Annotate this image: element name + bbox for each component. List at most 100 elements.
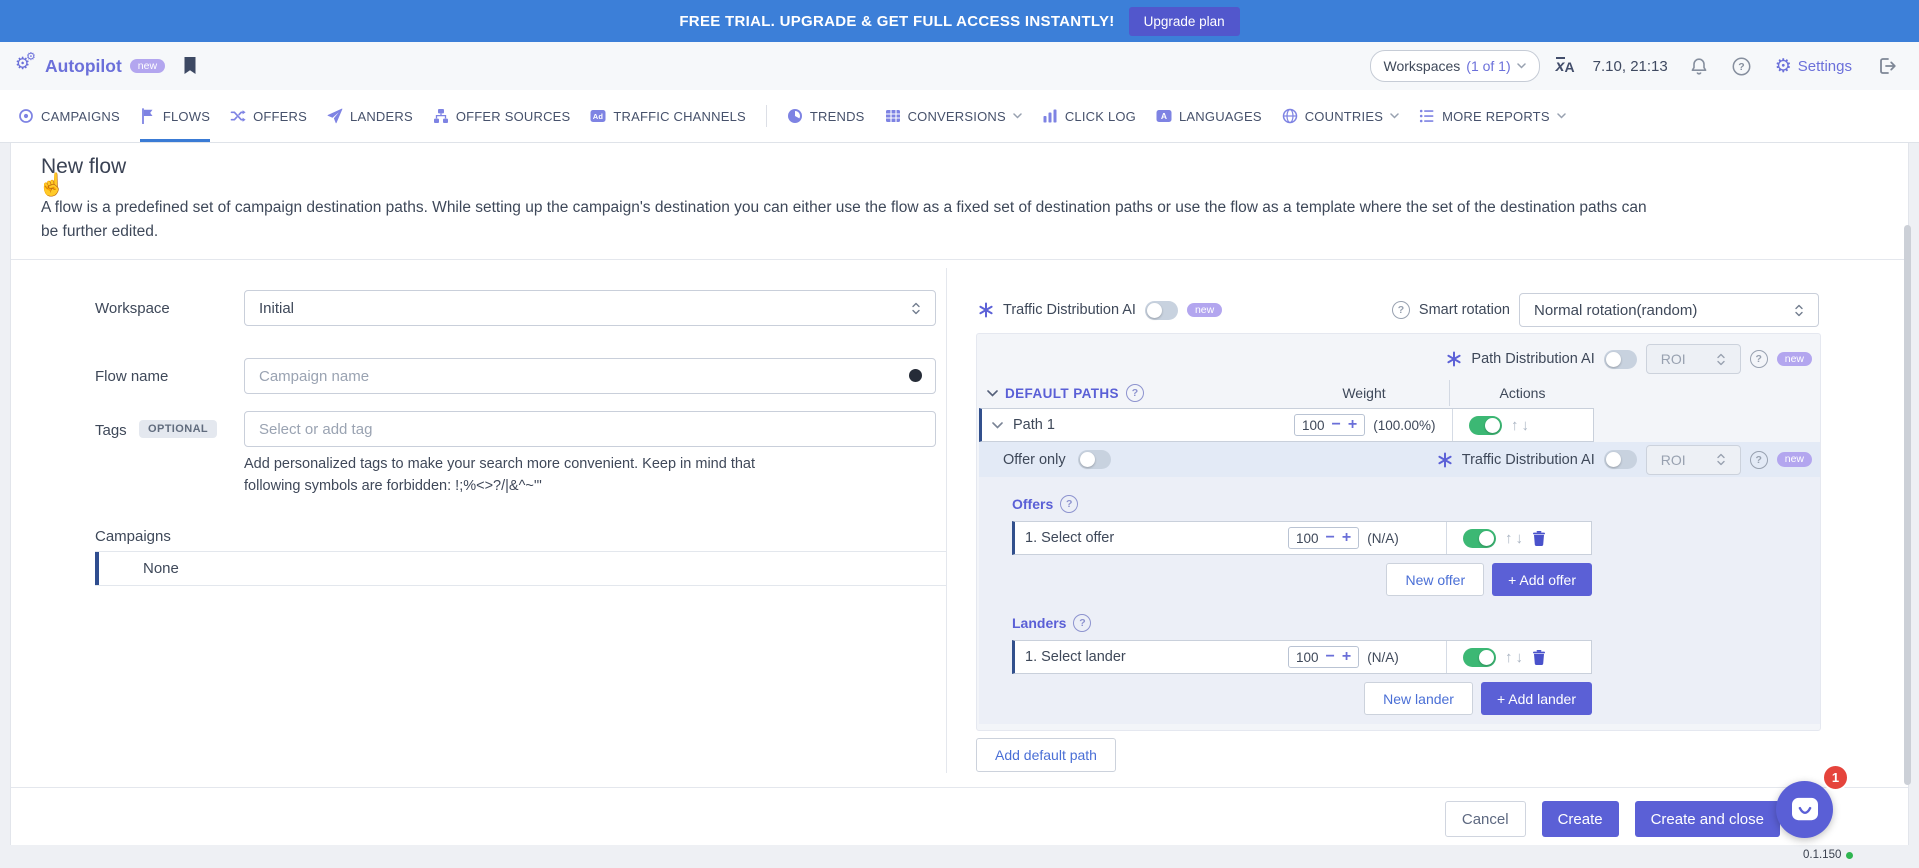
select-chevrons-icon bbox=[911, 301, 921, 316]
app-header: ⚙ ⚙ Autopilot new Workspaces (1 of 1) xA… bbox=[0, 42, 1919, 90]
path-ai-row: Path Distribution AI ROI ? new bbox=[985, 342, 1812, 376]
offer-enabled-toggle[interactable] bbox=[1463, 529, 1496, 548]
page-header: New flow A flow is a predefined set of c… bbox=[11, 143, 1908, 260]
chat-widget-button[interactable] bbox=[1776, 781, 1833, 838]
tags-input[interactable] bbox=[244, 411, 936, 447]
smart-rotation-select[interactable]: Normal rotation(random) bbox=[1519, 293, 1819, 327]
default-paths-help-icon[interactable]: ? bbox=[1126, 384, 1144, 402]
move-down-icon[interactable]: ↓ bbox=[1516, 531, 1524, 546]
move-up-icon[interactable]: ↑ bbox=[1505, 650, 1513, 665]
nav-trends[interactable]: TRENDS bbox=[787, 90, 865, 142]
bookmark-icon[interactable] bbox=[183, 57, 197, 75]
offer-weight-cell: 100 − + (N/A) bbox=[1276, 522, 1446, 554]
vertical-scrollbar[interactable] bbox=[1904, 225, 1911, 785]
path-traffic-ai-help-icon[interactable]: ? bbox=[1750, 451, 1768, 469]
path-ai-roi-select[interactable]: ROI bbox=[1646, 344, 1741, 374]
lander-enabled-toggle[interactable] bbox=[1463, 648, 1496, 667]
path-traffic-ai-roi-select[interactable]: ROI bbox=[1646, 445, 1741, 475]
campaigns-label: Campaigns bbox=[95, 528, 171, 545]
minus-button[interactable]: − bbox=[1326, 649, 1335, 665]
trends-icon bbox=[787, 108, 803, 124]
offer-percent: (N/A) bbox=[1367, 531, 1399, 546]
flag-icon bbox=[140, 108, 156, 124]
smart-rotation-help-icon[interactable]: ? bbox=[1392, 301, 1410, 319]
offer-only-label: Offer only bbox=[1003, 452, 1066, 468]
nav-languages[interactable]: A LANGUAGES bbox=[1156, 90, 1262, 142]
select-chevrons-icon bbox=[1716, 352, 1726, 367]
nav-countries[interactable]: COUNTRIES bbox=[1282, 90, 1399, 142]
settings-gear-icon[interactable]: ⚙ bbox=[1775, 57, 1792, 76]
move-down-icon[interactable]: ↓ bbox=[1522, 418, 1530, 433]
path-name: Path 1 bbox=[1003, 417, 1055, 433]
nav-traffic-channels[interactable]: Ad TRAFFIC CHANNELS bbox=[590, 90, 746, 142]
path-row[interactable]: Path 1 100 − + (100.00%) ↑ ↓ bbox=[979, 408, 1594, 442]
translate-icon[interactable]: xA bbox=[1556, 57, 1575, 75]
add-offer-button[interactable]: + Add offer bbox=[1492, 563, 1592, 596]
minus-button[interactable]: − bbox=[1332, 417, 1341, 433]
trash-icon[interactable] bbox=[1532, 649, 1546, 665]
autopilot-gears-icon: ⚙ ⚙ bbox=[15, 54, 39, 78]
version-indicator: 0.1.150 bbox=[1803, 849, 1853, 861]
minus-button[interactable]: − bbox=[1326, 530, 1335, 546]
path-enabled-toggle[interactable] bbox=[1469, 416, 1502, 435]
move-down-icon[interactable]: ↓ bbox=[1516, 650, 1524, 665]
campaigns-value: None bbox=[99, 560, 179, 577]
traffic-ai-toggle[interactable] bbox=[1145, 301, 1178, 320]
offers-help-icon[interactable]: ? bbox=[1060, 495, 1078, 513]
lander-row[interactable]: 1. Select lander 100 − + (N/A) bbox=[1012, 640, 1592, 674]
path-actions-cell: ↑ ↓ bbox=[1452, 409, 1593, 441]
create-and-close-button[interactable]: Create and close bbox=[1635, 801, 1780, 837]
plus-button[interactable]: + bbox=[1348, 417, 1357, 433]
new-offer-button[interactable]: New offer bbox=[1386, 563, 1484, 596]
notifications-bell-icon[interactable] bbox=[1690, 57, 1708, 76]
path-weight-value[interactable]: 100 bbox=[1302, 418, 1325, 433]
add-default-path-button[interactable]: Add default path bbox=[976, 738, 1116, 772]
trash-icon[interactable] bbox=[1532, 530, 1546, 546]
offer-only-toggle[interactable] bbox=[1078, 450, 1111, 469]
offer-weight-value[interactable]: 100 bbox=[1296, 531, 1319, 546]
svg-text:Ad: Ad bbox=[593, 112, 604, 121]
settings-link[interactable]: Settings bbox=[1798, 58, 1852, 75]
create-button[interactable]: Create bbox=[1542, 801, 1619, 837]
workspace-select[interactable]: Initial bbox=[244, 290, 936, 326]
add-lander-button[interactable]: + Add lander bbox=[1481, 682, 1592, 715]
path-ai-toggle[interactable] bbox=[1604, 350, 1637, 369]
nav-offers[interactable]: OFFERS bbox=[230, 90, 307, 142]
nav-campaigns[interactable]: CAMPAIGNS bbox=[18, 90, 120, 142]
main-nav: CAMPAIGNS FLOWS OFFERS LANDERS OFFER SOU… bbox=[0, 90, 1919, 143]
traffic-ai-new-badge: new bbox=[1187, 303, 1222, 318]
flow-name-input[interactable] bbox=[244, 358, 936, 394]
offer-only-row: Offer only Traffic Distribution AI ROI ?… bbox=[979, 442, 1820, 477]
new-lander-button[interactable]: New lander bbox=[1364, 682, 1473, 715]
path-ai-help-icon[interactable]: ? bbox=[1750, 350, 1768, 368]
nav-conversions[interactable]: CONVERSIONS bbox=[885, 90, 1022, 142]
lander-weight-value[interactable]: 100 bbox=[1296, 650, 1319, 665]
workspaces-dropdown[interactable]: Workspaces (1 of 1) bbox=[1370, 50, 1540, 82]
default-paths-header[interactable]: DEFAULT PATHS ? bbox=[987, 380, 1144, 406]
svg-text:?: ? bbox=[1738, 61, 1744, 73]
path-ai-label: Path Distribution AI bbox=[1471, 351, 1594, 367]
upgrade-plan-button[interactable]: Upgrade plan bbox=[1129, 7, 1240, 36]
help-icon[interactable]: ? bbox=[1732, 57, 1751, 76]
workspace-label: Workspace bbox=[95, 300, 170, 317]
offer-row[interactable]: 1. Select offer 100 − + (N/A) bbox=[1012, 521, 1592, 555]
path-traffic-ai-toggle[interactable] bbox=[1604, 450, 1637, 469]
nav-flows[interactable]: FLOWS bbox=[140, 90, 210, 142]
brand-title[interactable]: Autopilot bbox=[45, 56, 122, 77]
cancel-button[interactable]: Cancel bbox=[1445, 801, 1526, 837]
nav-click-log[interactable]: CLICK LOG bbox=[1042, 90, 1136, 142]
landers-help-icon[interactable]: ? bbox=[1073, 614, 1091, 632]
nav-offer-sources[interactable]: OFFER SOURCES bbox=[433, 90, 571, 142]
offer-row-label: 1. Select offer bbox=[1015, 530, 1114, 546]
flow-color-dot[interactable] bbox=[909, 369, 922, 382]
nav-more-reports[interactable]: MORE REPORTS bbox=[1419, 90, 1566, 142]
workspaces-label: Workspaces bbox=[1384, 58, 1461, 74]
plus-button[interactable]: + bbox=[1342, 649, 1351, 665]
move-up-icon[interactable]: ↑ bbox=[1505, 531, 1513, 546]
move-up-icon[interactable]: ↑ bbox=[1511, 418, 1519, 433]
logout-icon[interactable] bbox=[1878, 57, 1897, 75]
nav-landers[interactable]: LANDERS bbox=[327, 90, 413, 142]
bar-chart-icon bbox=[1042, 108, 1058, 124]
path-traffic-ai-label: Traffic Distribution AI bbox=[1462, 452, 1595, 468]
plus-button[interactable]: + bbox=[1342, 530, 1351, 546]
